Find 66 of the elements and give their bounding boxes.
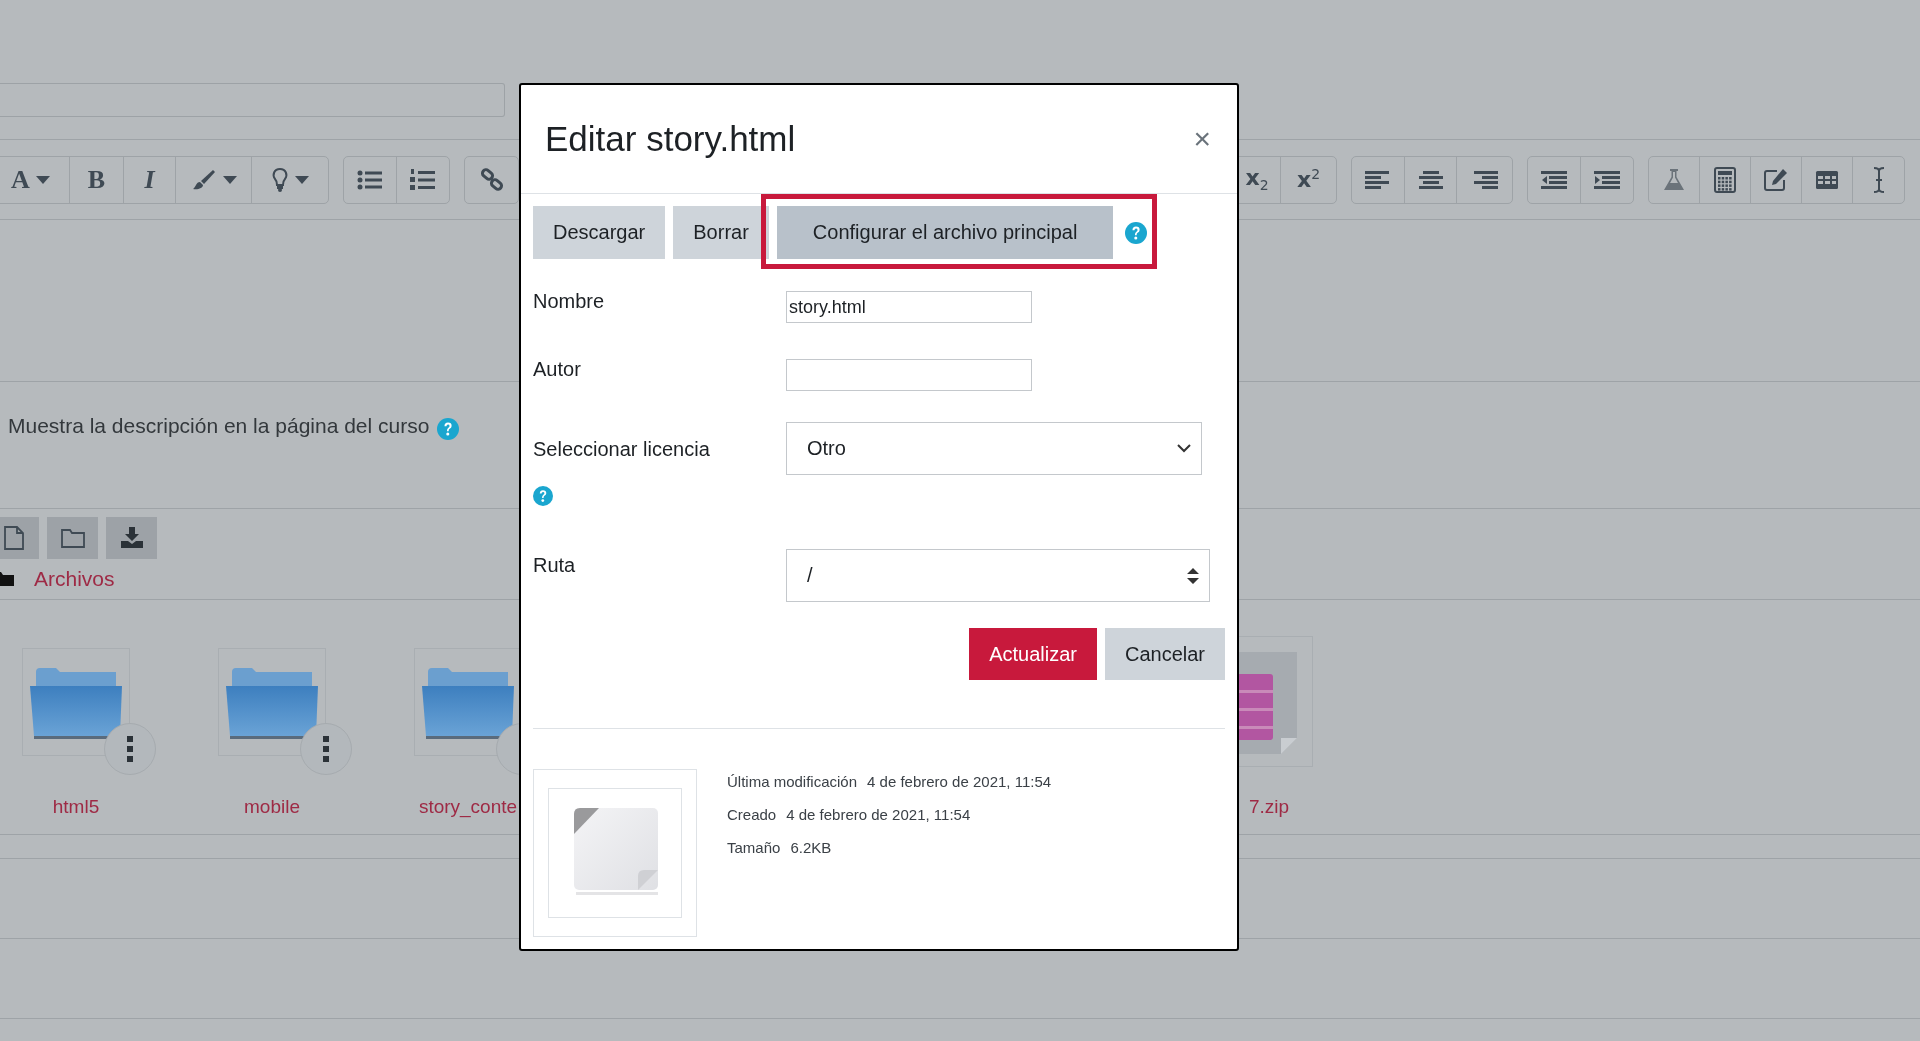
field-label: Ruta: [533, 553, 576, 577]
add-folder-button[interactable]: [47, 517, 98, 559]
text-field[interactable]: story.html: [786, 291, 1032, 323]
download-button[interactable]: [106, 517, 157, 559]
detail-label: Última modificación: [727, 772, 858, 792]
license-dropdown[interactable]: Otro: [786, 422, 1202, 475]
calculator-icon: [1714, 166, 1736, 193]
align-center-icon: [1417, 169, 1444, 190]
breadcrumb-link[interactable]: Archivos: [34, 567, 115, 591]
brush-icon: [190, 167, 217, 192]
action-button[interactable]: Descargar: [533, 206, 666, 259]
help-icon: [437, 418, 460, 440]
detail-label: Creado: [727, 805, 777, 825]
detail-label: Tamaño: [727, 838, 781, 858]
caret-icon: [295, 175, 309, 184]
action-button[interactable]: Borrar: [673, 206, 769, 259]
file-name[interactable]: html5: [52, 796, 100, 818]
detail-value: 4 de febrero de 2021, 11:54: [867, 772, 1052, 792]
field-label: Autor: [533, 357, 581, 381]
chevron-icon: [1177, 444, 1191, 453]
action-button[interactable]: Configurar el archivo principal: [776, 206, 1114, 259]
detail-value: 4 de febrero de 2021, 11:54: [786, 805, 971, 825]
file-tile[interactable]: [414, 648, 522, 756]
align-right-icon: [1471, 169, 1498, 190]
dialog-title: Editar story.html: [545, 119, 796, 159]
caret-icon: [35, 175, 50, 184]
italic-button[interactable]: I: [124, 156, 176, 203]
text-field[interactable]: [0, 83, 505, 117]
file-name[interactable]: mobile: [244, 796, 300, 818]
field-label: Seleccionar licencia: [533, 437, 710, 461]
add-file-button[interactable]: [0, 517, 39, 559]
flask-icon: [1662, 167, 1686, 192]
table-icon: [1815, 169, 1839, 190]
font-style-button[interactable]: A: [0, 156, 70, 203]
update-button[interactable]: Actualizar: [969, 628, 1097, 680]
file-icon: [3, 526, 24, 550]
download-icon: [119, 527, 144, 549]
bold-button[interactable]: B: [70, 156, 124, 203]
close-button[interactable]: ×: [1193, 124, 1211, 154]
link-icon: [479, 167, 504, 192]
help-icon: [1125, 221, 1148, 244]
bullet-list-icon: [357, 168, 383, 191]
folder-icon: [0, 571, 14, 587]
text-field[interactable]: [786, 359, 1032, 391]
edit-icon: [1763, 167, 1789, 192]
file-tile[interactable]: [22, 648, 130, 756]
file-name[interactable]: story_conte: [418, 796, 518, 818]
superscript-button[interactable]: x$^{2}$: [1281, 156, 1336, 203]
numbered-list-icon: [410, 167, 436, 192]
caret-icon: [222, 175, 237, 184]
more-button[interactable]: [104, 723, 156, 775]
file-name[interactable]: 7.zip: [1249, 796, 1290, 818]
detail-value: 6.2KB: [790, 838, 832, 858]
cancel-button[interactable]: Cancelar: [1104, 628, 1225, 680]
field-label: Nombre: [533, 289, 605, 313]
setting-label: Muestra la descripción en la página del curso: [8, 413, 430, 439]
file-tile[interactable]: [218, 648, 326, 756]
more-button[interactable]: [300, 723, 352, 775]
indent-icon: [1594, 169, 1620, 190]
path-dropdown[interactable]: /: [786, 549, 1210, 602]
sort-arrows-icon: [1187, 567, 1199, 584]
lightbulb-icon: [271, 166, 289, 193]
text-cursor-icon: [1871, 165, 1886, 194]
folder-outline-icon: [60, 528, 85, 548]
outdent-icon: [1541, 169, 1567, 190]
align-left-icon: [1365, 169, 1391, 190]
